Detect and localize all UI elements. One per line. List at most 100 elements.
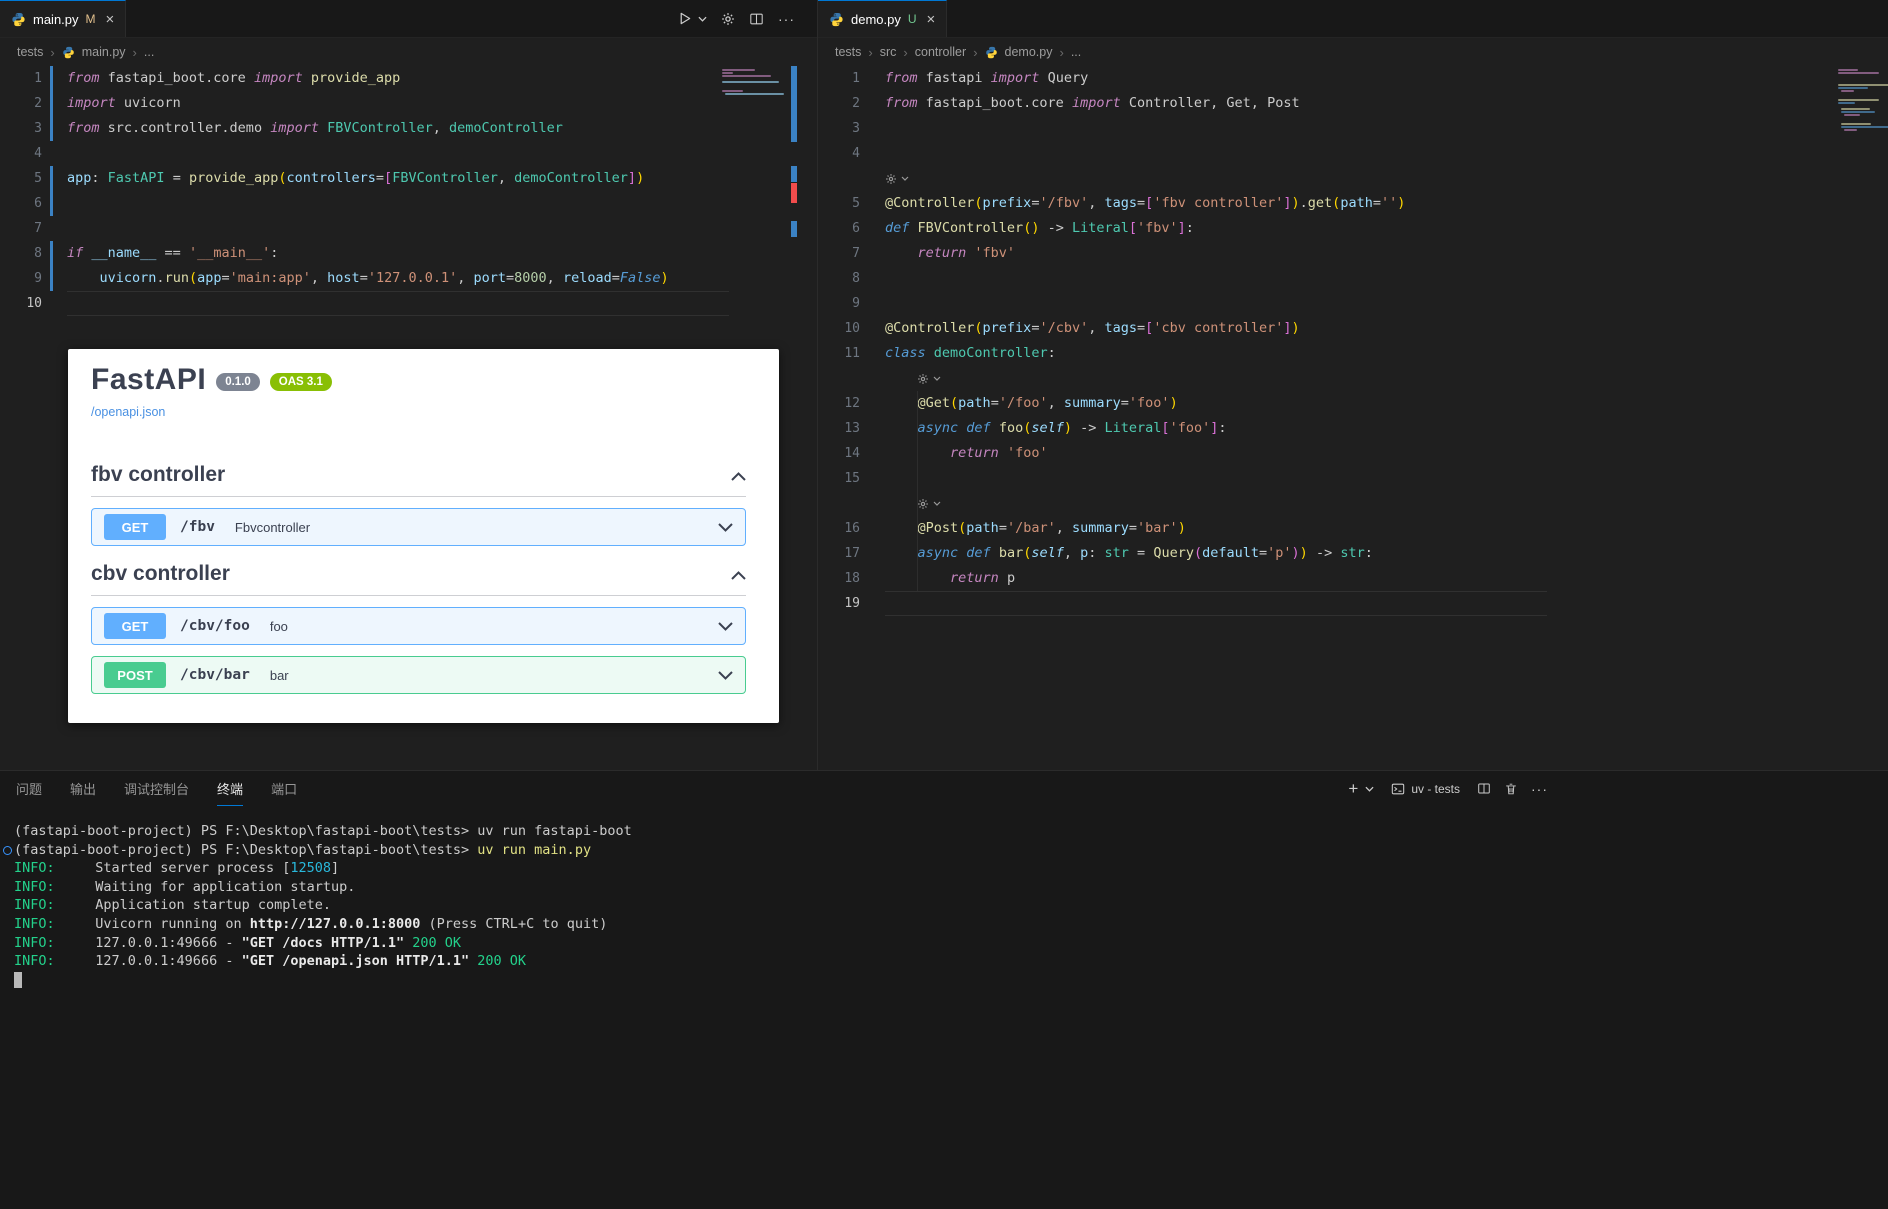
breadcrumb-item[interactable]: demo.py (1005, 45, 1053, 59)
panel-tab-output[interactable]: 输出 (70, 771, 96, 806)
chevron-right-icon: › (868, 44, 873, 60)
api-section-header[interactable]: fbv controller (91, 463, 746, 497)
route-path: /cbv/foo (180, 618, 250, 634)
codelens-gear-icon[interactable] (885, 491, 941, 516)
breadcrumb-item[interactable]: ... (144, 45, 154, 59)
code-line[interactable]: 4 (0, 141, 817, 166)
api-route-row[interactable]: POST/cbv/bar bar (91, 656, 746, 694)
terminal-name: uv - tests (1411, 781, 1460, 796)
panel-tab-debug-console[interactable]: 调试控制台 (124, 771, 189, 806)
tab-demo-py[interactable]: demo.py U × (818, 0, 948, 37)
codelens-row[interactable] (818, 166, 1888, 191)
code-editor[interactable]: 1 from fastapi_boot.core import provide_a… (0, 66, 817, 316)
panel-tab-problems[interactable]: 问题 (16, 771, 42, 806)
terminal-tab-item[interactable]: uv - tests (1387, 780, 1464, 798)
api-section-header[interactable]: cbv controller (91, 562, 746, 596)
code-line[interactable]: 1 from fastapi import Query (818, 66, 1888, 91)
code-line[interactable]: 7 return 'fbv' (818, 241, 1888, 266)
terminal-dropdown-chevron-icon[interactable] (1365, 786, 1374, 792)
code-line[interactable]: 9 uvicorn.run(app='main:app', host='127.… (0, 266, 817, 291)
code-line[interactable]: 19 (818, 591, 1888, 616)
terminal-cursor (14, 971, 22, 988)
code-line[interactable]: 18 return p (818, 566, 1888, 591)
breadcrumb: tests › main.py › ... (0, 38, 817, 66)
breadcrumb-item[interactable]: tests (835, 45, 861, 59)
tab-bar-left: main.py M × ··· (0, 0, 817, 38)
gutter: 1 (0, 66, 67, 91)
close-icon[interactable]: × (927, 12, 936, 27)
code-line[interactable]: 3 from src.controller.demo import FBVCont… (0, 116, 817, 141)
code-line[interactable]: 10 @Controller(prefix='/cbv', tags=['cbv … (818, 316, 1888, 341)
kill-terminal-icon[interactable] (1504, 782, 1518, 796)
openapi-link[interactable]: /openapi.json (91, 405, 746, 419)
breadcrumb-item[interactable]: src (880, 45, 897, 59)
new-terminal-icon[interactable]: + (1348, 780, 1358, 797)
code-line[interactable]: 6 (0, 191, 817, 216)
expand-chevron-icon[interactable] (718, 670, 733, 680)
code-line[interactable]: 13 async def foo(self) -> Literal['foo']… (818, 416, 1888, 441)
code-line[interactable]: 8 if __name__ == '__main__': (0, 241, 817, 266)
code-line[interactable]: 17 async def bar(self, p: str = Query(de… (818, 541, 1888, 566)
gutter: 14 (844, 446, 860, 461)
run-dropdown-chevron-icon[interactable] (698, 16, 707, 22)
breadcrumb-item[interactable]: controller (915, 45, 966, 59)
code-line[interactable]: 16 @Post(path='/bar', summary='bar') (818, 516, 1888, 541)
collapse-chevron-icon[interactable] (731, 463, 746, 487)
minimap[interactable] (722, 69, 789, 99)
code-line[interactable]: 12 @Get(path='/foo', summary='foo') (818, 391, 1888, 416)
gear-icon[interactable] (721, 12, 735, 26)
panel-tab-ports[interactable]: 端口 (271, 771, 297, 806)
code-line[interactable]: 2 import uvicorn (0, 91, 817, 116)
panel-tab-terminal[interactable]: 终端 (217, 771, 244, 806)
more-actions-icon[interactable]: ··· (1531, 781, 1548, 797)
version-badge: 0.1.0 (216, 373, 260, 391)
vscode-window: main.py M × ··· tests › main.py › ... 1 … (0, 0, 1888, 1209)
editor-group-left: main.py M × ··· tests › main.py › ... 1 … (0, 0, 818, 770)
collapse-chevron-icon[interactable] (731, 562, 746, 586)
run-button[interactable] (677, 11, 692, 26)
codelens-row[interactable] (818, 366, 1888, 391)
split-terminal-icon[interactable] (1477, 782, 1491, 795)
code-line[interactable]: 11 class demoController: (818, 341, 1888, 366)
codelens-gear-icon[interactable] (885, 166, 909, 191)
breadcrumb-item[interactable]: main.py (82, 45, 126, 59)
api-section: fbv controller GET/fbv Fbvcontroller (91, 463, 746, 546)
code-line[interactable]: 7 (0, 216, 817, 241)
api-route-row[interactable]: GET/cbv/foo foo (91, 607, 746, 645)
code-line[interactable]: 10 (0, 291, 817, 316)
terminal-icon (1391, 782, 1405, 796)
codelens-row[interactable] (818, 491, 1888, 516)
code-line[interactable]: 1 from fastapi_boot.core import provide_a… (0, 66, 817, 91)
close-icon[interactable]: × (106, 12, 115, 27)
code-line[interactable]: 9 (818, 291, 1888, 316)
terminal-line: (fastapi-boot-project) PS F:\Desktop\fas… (3, 841, 1888, 860)
code-line[interactable]: 5 app: FastAPI = provide_app(controllers=… (0, 166, 817, 191)
oas-badge: OAS 3.1 (269, 373, 332, 391)
more-actions-icon[interactable]: ··· (778, 11, 795, 27)
api-route-row[interactable]: GET/fbv Fbvcontroller (91, 508, 746, 546)
breadcrumb-item[interactable]: ... (1071, 45, 1081, 59)
terminal-line: INFO: 127.0.0.1:49666 - "GET /openapi.js… (14, 953, 527, 970)
code-editor[interactable]: 1 from fastapi import Query 2 from fastapi_… (818, 66, 1888, 616)
expand-chevron-icon[interactable] (718, 522, 733, 532)
code-line[interactable]: 2 from fastapi_boot.core import Controlle… (818, 91, 1888, 116)
code-line[interactable]: 8 (818, 266, 1888, 291)
expand-chevron-icon[interactable] (718, 621, 733, 631)
minimap[interactable] (1838, 69, 1888, 135)
code-line[interactable]: 5 @Controller(prefix='/fbv', tags=['fbv c… (818, 191, 1888, 216)
breadcrumb-item[interactable]: tests (17, 45, 43, 59)
route-summary: Fbvcontroller (234, 519, 311, 535)
code-line[interactable]: 15 (818, 466, 1888, 491)
swagger-ui-preview: FastAPI 0.1.0 OAS 3.1 /openapi.json fbv … (68, 349, 779, 723)
python-icon (62, 46, 75, 59)
code-line[interactable]: 3 (818, 116, 1888, 141)
terminal-output[interactable]: (fastapi-boot-project) PS F:\Desktop\fas… (0, 806, 1888, 989)
code-line[interactable]: 14 return 'foo' (818, 441, 1888, 466)
split-editor-icon[interactable] (749, 12, 764, 26)
code-line[interactable]: 4 (818, 141, 1888, 166)
tab-main-py[interactable]: main.py M × (0, 0, 127, 37)
route-summary: foo (269, 618, 288, 634)
code-line[interactable]: 6 def FBVController() -> Literal['fbv']: (818, 216, 1888, 241)
codelens-gear-icon[interactable] (885, 366, 941, 391)
gutter: 8 (852, 271, 860, 286)
